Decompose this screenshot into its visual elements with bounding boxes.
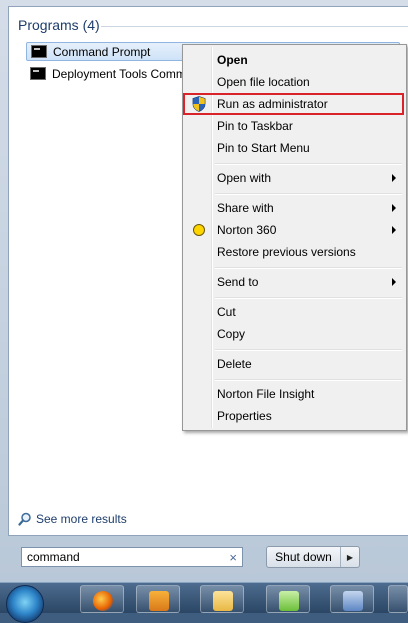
menu-item-restore-previous-versions[interactable]: Restore previous versions	[185, 241, 404, 263]
taskbar-virtualbox-button[interactable]	[330, 585, 374, 613]
menu-label: Delete	[217, 357, 252, 371]
menu-separator	[215, 193, 402, 195]
menu-label: Pin to Taskbar	[217, 119, 293, 133]
menu-label: Open	[217, 53, 248, 67]
cmd-icon	[30, 67, 46, 80]
see-more-label: See more results	[36, 512, 127, 526]
submenu-arrow-icon	[392, 174, 396, 182]
menu-label: Send to	[217, 275, 259, 289]
taskbar	[0, 582, 408, 623]
taskbar-app2-button[interactable]	[388, 585, 408, 613]
virtualbox-icon	[343, 591, 363, 611]
norton-icon	[193, 224, 205, 236]
program-label: Command Prompt	[53, 44, 151, 59]
magnifier-icon	[18, 512, 32, 526]
cmd-icon	[31, 45, 47, 58]
menu-label: Cut	[217, 305, 236, 319]
menu-label: Restore previous versions	[217, 245, 356, 259]
taskbar-app-button[interactable]	[266, 585, 310, 613]
menu-separator	[215, 297, 402, 299]
menu-separator	[215, 163, 402, 165]
menu-item-send-to[interactable]: Send to	[185, 271, 404, 293]
menu-item-properties[interactable]: Properties	[185, 405, 404, 427]
menu-item-delete[interactable]: Delete	[185, 353, 404, 375]
menu-label: Norton File Insight	[217, 387, 315, 401]
menu-label: Norton 360	[217, 223, 277, 237]
see-more-results-link[interactable]: See more results	[18, 512, 127, 526]
menu-item-pin-to-taskbar[interactable]: Pin to Taskbar	[185, 115, 404, 137]
shutdown-button[interactable]: Shut down ▶	[266, 546, 360, 568]
search-row: command × Shut down ▶	[0, 536, 408, 582]
menu-item-share-with[interactable]: Share with	[185, 197, 404, 219]
menu-label: Properties	[217, 409, 272, 423]
taskbar-firefox-button[interactable]	[80, 585, 124, 613]
menu-separator	[215, 379, 402, 381]
menu-label: Pin to Start Menu	[217, 141, 310, 155]
menu-separator	[215, 349, 402, 351]
menu-item-open-with[interactable]: Open with	[185, 167, 404, 189]
shutdown-label: Shut down	[275, 550, 332, 564]
submenu-arrow-icon	[392, 278, 396, 286]
menu-item-open-file-location[interactable]: Open file location	[185, 71, 404, 93]
search-input[interactable]: command ×	[21, 547, 243, 567]
programs-header: Programs (4)	[18, 17, 100, 33]
header-divider	[101, 26, 408, 27]
menu-item-norton-file-insight[interactable]: Norton File Insight	[185, 383, 404, 405]
start-orb-icon[interactable]	[6, 585, 44, 623]
taskbar-explorer-button[interactable]	[200, 585, 244, 613]
program-label: Deployment Tools Comm	[52, 66, 186, 81]
menu-item-open[interactable]: Open	[185, 49, 404, 71]
search-value: command	[27, 550, 80, 564]
menu-separator	[215, 267, 402, 269]
menu-label: Copy	[217, 327, 246, 341]
shutdown-options-arrow-icon[interactable]: ▶	[340, 547, 359, 567]
clear-search-icon[interactable]: ×	[229, 550, 237, 565]
menu-label: Share with	[217, 201, 274, 215]
app-icon	[279, 591, 299, 611]
folder-icon	[213, 591, 233, 611]
outlook-icon	[149, 591, 169, 611]
taskbar-outlook-button[interactable]	[136, 585, 180, 613]
firefox-icon	[93, 591, 113, 611]
submenu-arrow-icon	[392, 204, 396, 212]
menu-item-cut[interactable]: Cut	[185, 301, 404, 323]
menu-item-norton-360[interactable]: Norton 360	[185, 219, 404, 241]
submenu-arrow-icon	[392, 226, 396, 234]
menu-label: Open with	[217, 171, 272, 185]
highlight-box	[183, 93, 404, 115]
menu-label: Open file location	[217, 75, 310, 89]
menu-item-copy[interactable]: Copy	[185, 323, 404, 345]
menu-item-pin-to-start-menu[interactable]: Pin to Start Menu	[185, 137, 404, 159]
